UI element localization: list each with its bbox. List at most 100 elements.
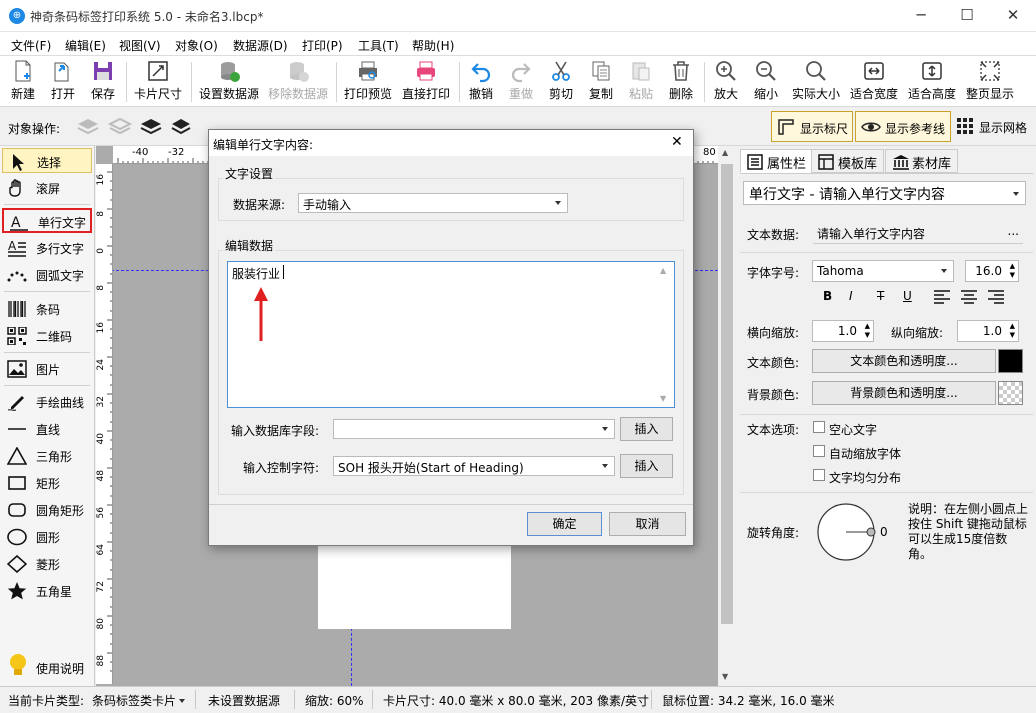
tab-template-library[interactable]: 模板库 [811, 149, 885, 173]
datasource-select[interactable]: 手动输入 [298, 193, 568, 213]
tool-freehand[interactable]: 手绘曲线 [2, 389, 92, 414]
italic-button[interactable]: I [849, 289, 853, 303]
layer-down-icon[interactable] [108, 117, 132, 137]
rotation-dial[interactable] [816, 502, 876, 562]
open-button[interactable]: 打开 [48, 59, 78, 102]
object-selector[interactable]: 单行文字 - 请输入单行文字内容 [743, 181, 1026, 205]
align-right-icon[interactable] [988, 290, 1004, 304]
tool-diamond[interactable]: 菱形 [2, 551, 92, 576]
ctrl-char-select[interactable]: SOH 报头开始(Start of Heading) [333, 456, 615, 476]
layer-up-icon[interactable] [76, 117, 100, 137]
insert-ctrl-char-button[interactable]: 插入 [620, 454, 673, 478]
font-size-stepper[interactable]: 16.0 ▲ ▼ [965, 260, 1019, 282]
tab-asset-library[interactable]: 素材库 [885, 149, 959, 173]
menu-print[interactable]: 打印(P) [302, 37, 343, 54]
maximize-button[interactable]: ☐ [944, 0, 990, 32]
text-content-textarea[interactable]: 服装行业 ▲ ▼ [227, 261, 675, 408]
align-left-icon[interactable] [934, 290, 950, 304]
ok-button[interactable]: 确定 [527, 512, 602, 536]
delete-button[interactable]: 删除 [665, 59, 697, 102]
spinner-icon[interactable]: ▲ ▼ [1010, 322, 1015, 340]
tool-line[interactable]: 直线 [2, 416, 92, 441]
text-color-button[interactable]: 文本颜色和透明度... [812, 349, 996, 373]
scrollbar-thumb[interactable] [721, 164, 733, 624]
layers-lock-icon[interactable] [170, 117, 194, 137]
bg-color-button[interactable]: 背景颜色和透明度... [812, 381, 996, 405]
close-window-button[interactable]: ✕ [990, 0, 1036, 32]
even-distribute-checkbox[interactable] [813, 469, 825, 481]
vscale-stepper[interactable]: 1.0 ▲ ▼ [957, 320, 1019, 342]
tool-barcode[interactable]: 条码 [2, 296, 92, 321]
tool-multi-line-text[interactable]: A 多行文字 [2, 235, 92, 260]
tool-single-line-text[interactable]: A 单行文字 [2, 208, 92, 233]
tool-circle[interactable]: 圆形 [2, 524, 92, 549]
bg-color-swatch[interactable] [998, 381, 1023, 405]
tool-scroll[interactable]: 滚屏 [2, 175, 92, 200]
redo-button[interactable]: 重做 [505, 59, 537, 102]
hscale-stepper[interactable]: 1.0 ▲ ▼ [812, 320, 874, 342]
scroll-down-icon[interactable]: ▼ [660, 394, 666, 403]
spinner-icon[interactable]: ▲ ▼ [1010, 262, 1015, 280]
card-size-button[interactable]: 卡片尺寸 [132, 59, 184, 102]
font-name-select[interactable]: Tahoma [812, 260, 954, 282]
scroll-down-icon[interactable]: ▼ [722, 672, 728, 681]
fit-height-button[interactable]: 适合高度 [906, 59, 958, 102]
show-ruler-toggle[interactable]: 显示标尺 [771, 111, 853, 142]
actual-size-button[interactable]: 实际大小 [789, 59, 843, 102]
remove-datasource-button[interactable]: 移除数据源 [266, 59, 330, 102]
set-datasource-button[interactable]: 设置数据源 [197, 59, 261, 102]
save-button[interactable]: 保存 [88, 59, 118, 102]
menu-object[interactable]: 对象(O) [175, 37, 218, 54]
tool-qrcode[interactable]: 二维码 [2, 323, 92, 348]
menu-file[interactable]: 文件(F) [11, 37, 51, 54]
scroll-up-icon[interactable]: ▲ [660, 266, 666, 275]
cancel-button[interactable]: 取消 [609, 512, 686, 536]
tool-select[interactable]: 选择 [2, 148, 92, 173]
text-data-field[interactable]: 请输入单行文字内容 ... [813, 222, 1023, 244]
db-field-select[interactable] [333, 419, 615, 439]
zoom-out-button[interactable]: 缩小 [750, 59, 782, 102]
zoom-in-button[interactable]: 放大 [710, 59, 742, 102]
new-button[interactable]: 新建 [8, 59, 38, 102]
text-color-swatch[interactable] [998, 349, 1023, 373]
label-card[interactable] [318, 544, 511, 629]
dialog-close-button[interactable]: ✕ [671, 134, 683, 150]
print-preview-button[interactable]: 打印预览 [342, 59, 394, 102]
menu-tools[interactable]: 工具(T) [358, 37, 399, 54]
scroll-up-icon[interactable]: ▲ [722, 148, 728, 157]
fit-width-button[interactable]: 适合宽度 [848, 59, 900, 102]
menu-help[interactable]: 帮助(H) [412, 37, 454, 54]
strikethrough-button[interactable]: T [877, 289, 884, 303]
undo-button[interactable]: 撤销 [465, 59, 497, 102]
canvas-vertical-scrollbar[interactable]: ▲ ▼ [718, 146, 736, 686]
direct-print-button[interactable]: 直接打印 [400, 59, 452, 102]
tool-rectangle[interactable]: 矩形 [2, 470, 92, 495]
cut-button[interactable]: 剪切 [545, 59, 577, 102]
copy-button[interactable]: 复制 [585, 59, 617, 102]
tool-arc-text[interactable]: 圆弧文字 [2, 262, 92, 287]
tool-triangle[interactable]: 三角形 [2, 443, 92, 468]
tool-image[interactable]: 图片 [2, 356, 92, 381]
autoscale-font-checkbox[interactable] [813, 445, 825, 457]
menu-view[interactable]: 视图(V) [119, 37, 161, 54]
layers-icon[interactable] [139, 117, 163, 137]
tool-help[interactable]: 使用说明 [2, 654, 92, 680]
hollow-text-checkbox[interactable] [813, 421, 825, 433]
insert-db-field-button[interactable]: 插入 [620, 417, 673, 441]
menu-datasource[interactable]: 数据源(D) [233, 37, 288, 54]
show-guides-toggle[interactable]: 显示参考线 [855, 111, 951, 142]
tab-properties[interactable]: 属性栏 [740, 149, 814, 173]
tool-rounded-rectangle[interactable]: 圆角矩形 [2, 497, 92, 522]
spinner-icon[interactable]: ▲ ▼ [865, 322, 870, 340]
tool-star[interactable]: 五角星 [2, 578, 92, 603]
minimize-button[interactable]: ─ [898, 0, 944, 32]
full-page-button[interactable]: 整页显示 [964, 59, 1016, 102]
show-grid-toggle[interactable]: 显示网格 [953, 111, 1033, 142]
bold-button[interactable]: B [823, 289, 832, 303]
menu-edit[interactable]: 编辑(E) [65, 37, 106, 54]
paste-button[interactable]: 粘贴 [625, 59, 657, 102]
card-type-select[interactable]: 条码标签类卡片 [92, 692, 176, 709]
underline-button[interactable]: U [903, 289, 912, 303]
ellipsis-button[interactable]: ... [1008, 224, 1019, 238]
align-center-icon[interactable] [961, 290, 977, 304]
